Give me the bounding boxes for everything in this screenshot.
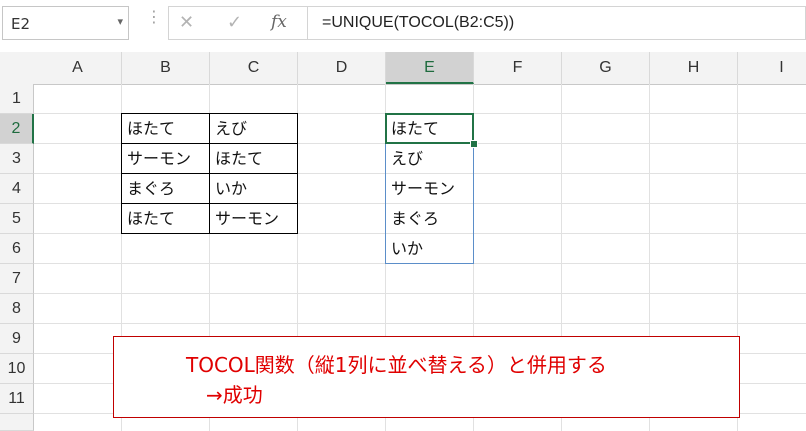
name-box[interactable]: E2 ▾ — [2, 6, 129, 40]
cell-b5[interactable]: ほたて — [122, 204, 209, 233]
formula-text: =UNIQUE(TOCOL(B2:C5)) — [322, 14, 515, 31]
row-header-12[interactable] — [0, 414, 34, 431]
column-header-h[interactable]: H — [650, 52, 738, 84]
cell-e6[interactable]: いか — [386, 234, 473, 263]
cell-e4[interactable]: サーモン — [386, 174, 473, 203]
insert-function-icon[interactable]: fx — [271, 12, 287, 32]
row-header-9[interactable]: 9 — [0, 324, 34, 354]
annotation-line-2: →成功 — [206, 383, 263, 407]
column-header-e[interactable]: E — [386, 52, 474, 84]
cell-c5[interactable]: サーモン — [210, 204, 297, 233]
cell-c3[interactable]: ほたて — [210, 144, 297, 173]
name-box-value: E2 — [11, 15, 31, 33]
row-header-8[interactable]: 8 — [0, 294, 34, 324]
cell-e3[interactable]: えび — [386, 144, 473, 173]
annotation-box: TOCOL関数（縦1列に並べ替える）と併用する →成功 — [113, 336, 740, 418]
column-header-d[interactable]: D — [298, 52, 386, 84]
column-header-b[interactable]: B — [122, 52, 210, 84]
cell-c4[interactable]: いか — [210, 174, 297, 203]
row-header-4[interactable]: 4 — [0, 174, 34, 204]
row-header-5[interactable]: 5 — [0, 204, 34, 234]
chevron-down-icon[interactable]: ▾ — [117, 15, 123, 28]
row-header-10[interactable]: 10 — [0, 354, 34, 384]
column-header-i[interactable]: I — [738, 52, 806, 84]
row-header-11[interactable]: 11 — [0, 384, 34, 414]
fill-handle[interactable] — [470, 140, 478, 148]
formula-bar: E2 ▾ ⋮ ✕ ✓ fx =UNIQUE(TOCOL(B2:C5)) — [0, 0, 806, 53]
cell-c2[interactable]: えび — [210, 114, 297, 143]
row-header-6[interactable]: 6 — [0, 234, 34, 264]
spreadsheet-window: E2 ▾ ⋮ ✕ ✓ fx =UNIQUE(TOCOL(B2:C5)) A B … — [0, 0, 806, 431]
row-header-1[interactable]: 1 — [0, 84, 34, 114]
enter-icon[interactable]: ✓ — [227, 12, 242, 33]
column-header-c[interactable]: C — [210, 52, 298, 84]
cancel-icon[interactable]: ✕ — [179, 12, 194, 33]
column-header-a[interactable]: A — [34, 52, 122, 84]
formula-bar-buttons: ✕ ✓ fx — [168, 6, 308, 40]
row-header-7[interactable]: 7 — [0, 264, 34, 294]
column-header-g[interactable]: G — [562, 52, 650, 84]
column-headers: A B C D E F G H I — [0, 52, 806, 85]
annotation-line-1: TOCOL関数（縦1列に並べ替える）と併用する — [186, 353, 607, 377]
cell-b2[interactable]: ほたて — [122, 114, 209, 143]
row-header-2[interactable]: 2 — [0, 114, 34, 144]
formula-input[interactable]: =UNIQUE(TOCOL(B2:C5)) — [308, 6, 806, 40]
active-cell-border — [385, 113, 474, 144]
column-header-f[interactable]: F — [474, 52, 562, 84]
row-header-3[interactable]: 3 — [0, 144, 34, 174]
drag-handle-icon[interactable]: ⋮ — [146, 9, 162, 25]
cell-b4[interactable]: まぐろ — [122, 174, 209, 203]
cell-b3[interactable]: サーモン — [122, 144, 209, 173]
cell-e5[interactable]: まぐろ — [386, 204, 473, 233]
